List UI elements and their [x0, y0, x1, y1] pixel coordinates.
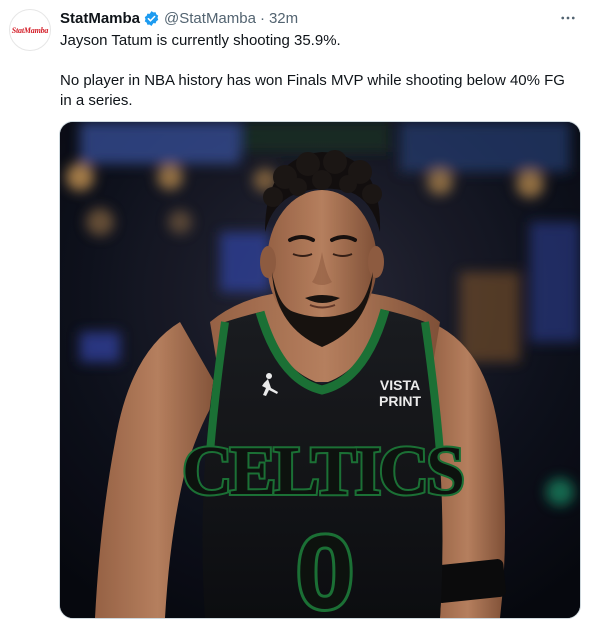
avatar[interactable]: StatMamba — [9, 9, 51, 51]
more-horizontal-icon — [561, 16, 575, 20]
tweet-text: Jayson Tatum is currently shooting 35.9%… — [60, 31, 580, 111]
tweet-photo[interactable]: VISTA PRINT CELTICS 0 — [59, 121, 581, 619]
player-photo: VISTA PRINT CELTICS 0 — [60, 122, 580, 618]
avatar-logo-text: StatMamba — [11, 25, 49, 35]
tweet-timestamp[interactable]: 32m — [269, 10, 298, 27]
tweet-header: StatMamba @StatMamba · 32m — [60, 8, 580, 28]
tweet-card[interactable]: StatMamba StatMamba @StatMamba · 32m Jay… — [0, 0, 590, 622]
verified-badge-icon — [144, 10, 159, 26]
author-display-name[interactable]: StatMamba — [60, 10, 140, 27]
tweet-paragraph: No player in NBA history has won Finals … — [60, 72, 565, 109]
more-options-button[interactable] — [558, 8, 578, 28]
header-separator: · — [259, 9, 265, 27]
tweet-paragraph: Jayson Tatum is currently shooting 35.9%… — [60, 32, 341, 49]
author-handle[interactable]: @StatMamba — [164, 10, 256, 27]
